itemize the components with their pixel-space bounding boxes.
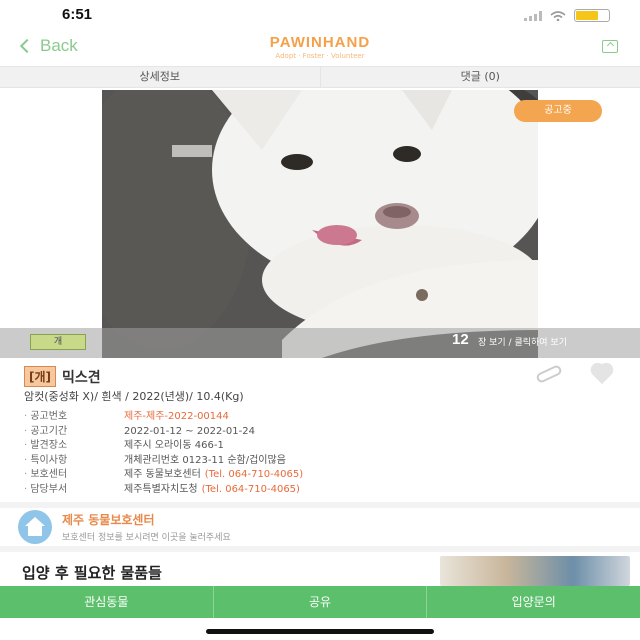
status-time: 6:51 <box>62 6 93 23</box>
heart-icon[interactable] <box>588 364 616 384</box>
shelter-card[interactable]: 제주 동물보호센터 보호센터 정보를 보시려면 이곳을 눌러주세요 <box>18 510 231 544</box>
brand-name: PAWINHAND <box>269 34 371 51</box>
adoption-items-title: 입양 후 필요한 물품들 <box>22 564 162 582</box>
adoption-items-thumbnail[interactable] <box>440 556 630 586</box>
brand-tagline: Adopt · Foster · Volunteer <box>275 52 365 60</box>
notice-number: 제주-제주-2022-00144 <box>124 411 229 422</box>
shelter-center: 제주 동물보호센터 <box>124 469 201 480</box>
house-icon <box>18 510 52 544</box>
breed-tag: [개] <box>24 366 57 387</box>
tab-comments[interactable]: 댓글 (0) <box>319 67 640 87</box>
photo-more-link[interactable]: 장 보기 / 클릭하여 보기 <box>478 335 567 348</box>
breed-row: [개] 믹스견 <box>24 366 101 387</box>
battery-icon <box>574 9 610 22</box>
favorite-button[interactable]: 관심동물 <box>0 586 213 618</box>
detail-row: 특이사항 개체관리번호 0123-11 순함/겁이많음 <box>24 454 624 469</box>
tab-details[interactable]: 상세정보 <box>0 67 320 87</box>
detail-row: 공고기간 2022-01-12 ~ 2022-01-24 <box>24 425 624 440</box>
bookmark-icon[interactable] <box>535 363 563 385</box>
detail-list: 공고번호 제주-제주-2022-00144 공고기간 2022-01-12 ~ … <box>24 410 624 497</box>
detail-row: 발견장소 제주시 오라이동 466-1 <box>24 439 624 454</box>
photo-gallery: 공고중 개 12 장 보기 / 클릭하여 보기 <box>0 90 640 358</box>
detail-label: 공고번호 <box>24 410 124 425</box>
photo-count: 12 <box>452 331 469 348</box>
action-icons <box>535 363 616 385</box>
shelter-name: 제주 동물보호센터 <box>62 513 155 527</box>
detail-label: 담당부서 <box>24 483 124 498</box>
share-button[interactable]: 공유 <box>212 586 427 618</box>
detail-row: 공고번호 제주-제주-2022-00144 <box>24 410 624 425</box>
section-divider <box>0 546 640 552</box>
status-badge: 공고중 <box>514 100 602 122</box>
home-indicator[interactable] <box>206 629 434 634</box>
detail-row: 보호센터 제주 동물보호센터 (Tel. 064-710-4065) <box>24 468 624 483</box>
department-phone-link[interactable]: (Tel. 064-710-4065) <box>202 483 300 498</box>
breed-name: 믹스견 <box>62 369 101 386</box>
found-location: 제주시 오라이동 466-1 <box>124 440 224 451</box>
status-bar: 6:51 <box>0 0 640 32</box>
detail-label: 발견장소 <box>24 439 124 454</box>
shelter-subtitle: 보호센터 정보를 보시려면 이곳을 눌러주세요 <box>62 533 231 543</box>
detail-label: 보호센터 <box>24 468 124 483</box>
department: 제주특별자치도청 <box>124 483 198 495</box>
status-icons <box>524 9 610 22</box>
shelter-phone-link[interactable]: (Tel. 064-710-4065) <box>205 468 303 483</box>
detail-label: 공고기간 <box>24 425 124 440</box>
share-icon[interactable] <box>602 40 618 53</box>
cellular-signal-icon <box>524 10 542 21</box>
detail-label: 특이사항 <box>24 454 124 469</box>
animal-photo[interactable] <box>102 90 538 358</box>
section-divider <box>0 502 640 508</box>
detail-row: 담당부서 제주특별자치도청 (Tel. 064-710-4065) <box>24 483 624 498</box>
bottom-action-bar: 관심동물 공유 입양문의 <box>0 586 640 618</box>
animal-summary: 암컷(중성화 X)/ 흰색 / 2022(년생)/ 10.4(Kg) <box>24 390 244 403</box>
wifi-icon <box>550 10 566 21</box>
nav-bar: Back PAWINHAND Adopt · Foster · Voluntee… <box>0 32 640 62</box>
kind-tag: 개 <box>30 334 86 350</box>
special-notes: 개체관리번호 0123-11 순함/겁이많음 <box>124 454 286 466</box>
brand-logo: PAWINHAND Adopt · Foster · Volunteer <box>0 34 640 60</box>
detail-tabs: 상세정보 댓글 (0) <box>0 66 640 88</box>
adoption-inquiry-button[interactable]: 입양문의 <box>426 586 640 618</box>
notice-period: 2022-01-12 ~ 2022-01-24 <box>124 425 255 437</box>
